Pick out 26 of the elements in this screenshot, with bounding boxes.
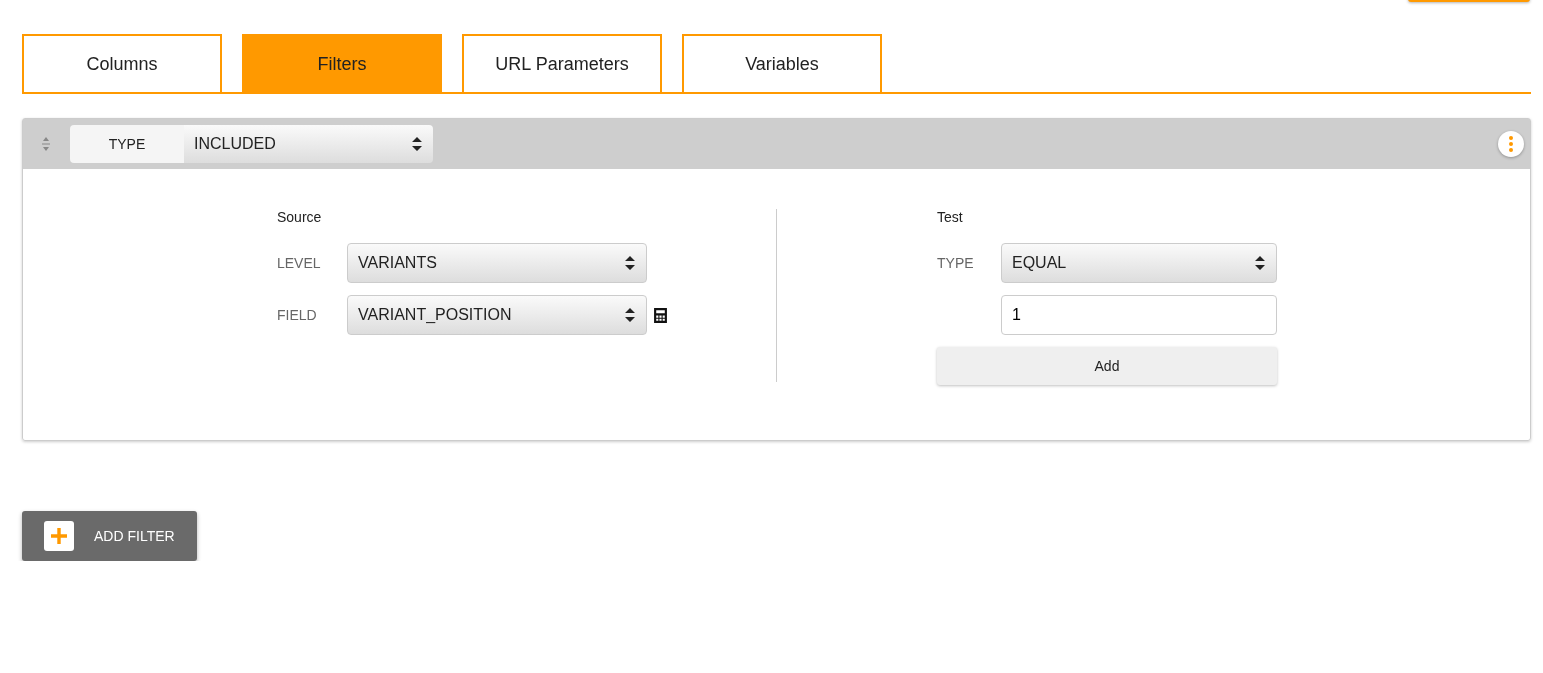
vertical-dots-icon xyxy=(1509,136,1513,152)
field-select[interactable]: VARIANT_POSITION xyxy=(347,295,647,335)
sort-arrows-icon xyxy=(1254,255,1266,271)
type-select[interactable]: INCLUDED xyxy=(184,125,433,163)
more-options-button[interactable] xyxy=(1498,131,1524,157)
field-label: TYPE xyxy=(937,255,975,271)
calculator-icon[interactable] xyxy=(654,307,667,323)
type-label: TYPE xyxy=(70,125,184,163)
field-label: LEVEL xyxy=(277,255,322,271)
plus-icon xyxy=(44,521,74,551)
source-title: Source xyxy=(277,209,323,225)
add-filter-button[interactable]: ADD FILTER xyxy=(22,511,197,561)
tab[interactable]: URL Parameters xyxy=(462,34,662,92)
tab[interactable]: Columns xyxy=(22,34,222,92)
field-select[interactable]: VARIANTS xyxy=(347,243,647,283)
test-type-select[interactable]: EQUAL xyxy=(1001,243,1277,283)
sort-arrows-icon xyxy=(624,255,636,271)
tab[interactable]: Variables xyxy=(682,34,882,92)
value-input-field[interactable]: 1 xyxy=(1001,295,1277,335)
field-label: FIELD xyxy=(277,307,318,323)
tab[interactable]: Filters xyxy=(242,34,442,92)
drag-handle-icon[interactable] xyxy=(41,137,51,151)
sort-arrows-icon xyxy=(411,136,423,152)
add-button[interactable]: Add xyxy=(937,347,1277,385)
sort-arrows-icon xyxy=(624,307,636,323)
test-title: Test xyxy=(937,209,964,225)
